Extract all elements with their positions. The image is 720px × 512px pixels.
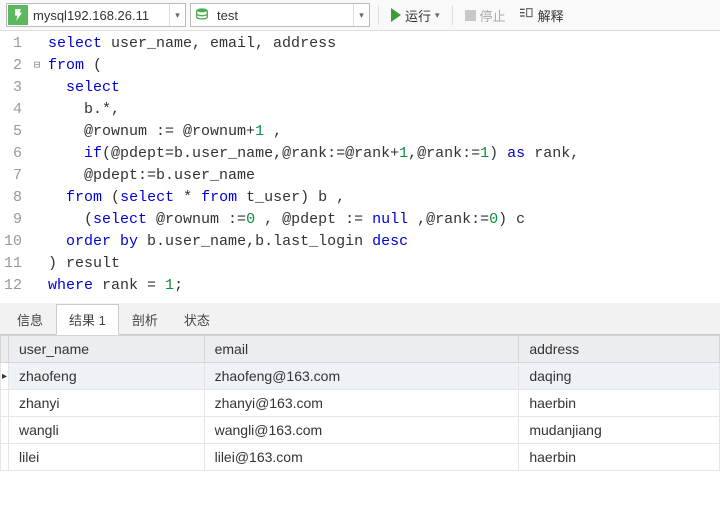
run-button[interactable]: 运行 ▾ — [387, 4, 444, 27]
database-name: test — [213, 8, 353, 23]
line-gutter: 123456789101112 — [0, 33, 30, 297]
column-header[interactable]: user_name — [9, 336, 205, 363]
results-table[interactable]: user_nameemailaddress ▸zhaofengzhaofeng@… — [0, 335, 720, 471]
separator — [378, 5, 379, 25]
row-indicator-header — [1, 336, 9, 363]
stop-icon — [465, 10, 476, 21]
database-icon — [192, 5, 212, 25]
row-indicator: ▸ — [1, 363, 9, 390]
chevron-down-icon: ▾ — [435, 10, 440, 21]
table-header-row: user_nameemailaddress — [1, 336, 720, 363]
row-indicator — [1, 444, 9, 471]
cell[interactable]: zhanyi — [9, 390, 205, 417]
column-header[interactable]: email — [204, 336, 519, 363]
sql-editor[interactable]: 123456789101112 ⊟ select user_name, emai… — [0, 31, 720, 299]
tab-2[interactable]: 剖析 — [119, 304, 171, 335]
cell[interactable]: haerbin — [519, 444, 720, 471]
code-area[interactable]: select user_name, email, addressfrom ( s… — [44, 33, 579, 297]
row-indicator — [1, 417, 9, 444]
tab-3[interactable]: 状态 — [171, 304, 223, 335]
chevron-down-icon: ▾ — [169, 4, 185, 26]
cell[interactable]: zhanyi@163.com — [204, 390, 519, 417]
cell[interactable]: lilei — [9, 444, 205, 471]
cell[interactable]: wangli@163.com — [204, 417, 519, 444]
play-icon — [391, 8, 401, 22]
cell[interactable]: zhaofeng — [9, 363, 205, 390]
cell[interactable]: mudanjiang — [519, 417, 720, 444]
connection-icon — [8, 5, 28, 25]
result-tabs: 信息结果 1剖析状态 — [0, 303, 720, 335]
explain-icon — [518, 6, 534, 25]
tab-0[interactable]: 信息 — [4, 304, 56, 335]
explain-button[interactable]: 解释 — [514, 4, 568, 27]
connection-dropdown[interactable]: mysql192.168.26.11 ▾ — [6, 3, 186, 27]
cell[interactable]: zhaofeng@163.com — [204, 363, 519, 390]
fold-gutter: ⊟ — [30, 33, 44, 297]
cell[interactable]: haerbin — [519, 390, 720, 417]
table-row[interactable]: lileililei@163.comhaerbin — [1, 444, 720, 471]
run-label: 运行 — [405, 6, 431, 25]
table-row[interactable]: ▸zhaofengzhaofeng@163.comdaqing — [1, 363, 720, 390]
stop-label: 停止 — [480, 6, 506, 25]
explain-label: 解释 — [538, 6, 564, 25]
row-indicator — [1, 390, 9, 417]
chevron-down-icon: ▾ — [353, 4, 369, 26]
column-header[interactable]: address — [519, 336, 720, 363]
toolbar: mysql192.168.26.11 ▾ test ▾ 运行 ▾ 停止 解释 — [0, 0, 720, 31]
cell[interactable]: lilei@163.com — [204, 444, 519, 471]
stop-button: 停止 — [461, 4, 510, 27]
tab-1[interactable]: 结果 1 — [56, 304, 119, 335]
separator — [452, 5, 453, 25]
table-row[interactable]: wangliwangli@163.commudanjiang — [1, 417, 720, 444]
table-row[interactable]: zhanyizhanyi@163.comhaerbin — [1, 390, 720, 417]
cell[interactable]: wangli — [9, 417, 205, 444]
connection-name: mysql192.168.26.11 — [29, 8, 169, 23]
database-dropdown[interactable]: test ▾ — [190, 3, 370, 27]
cell[interactable]: daqing — [519, 363, 720, 390]
